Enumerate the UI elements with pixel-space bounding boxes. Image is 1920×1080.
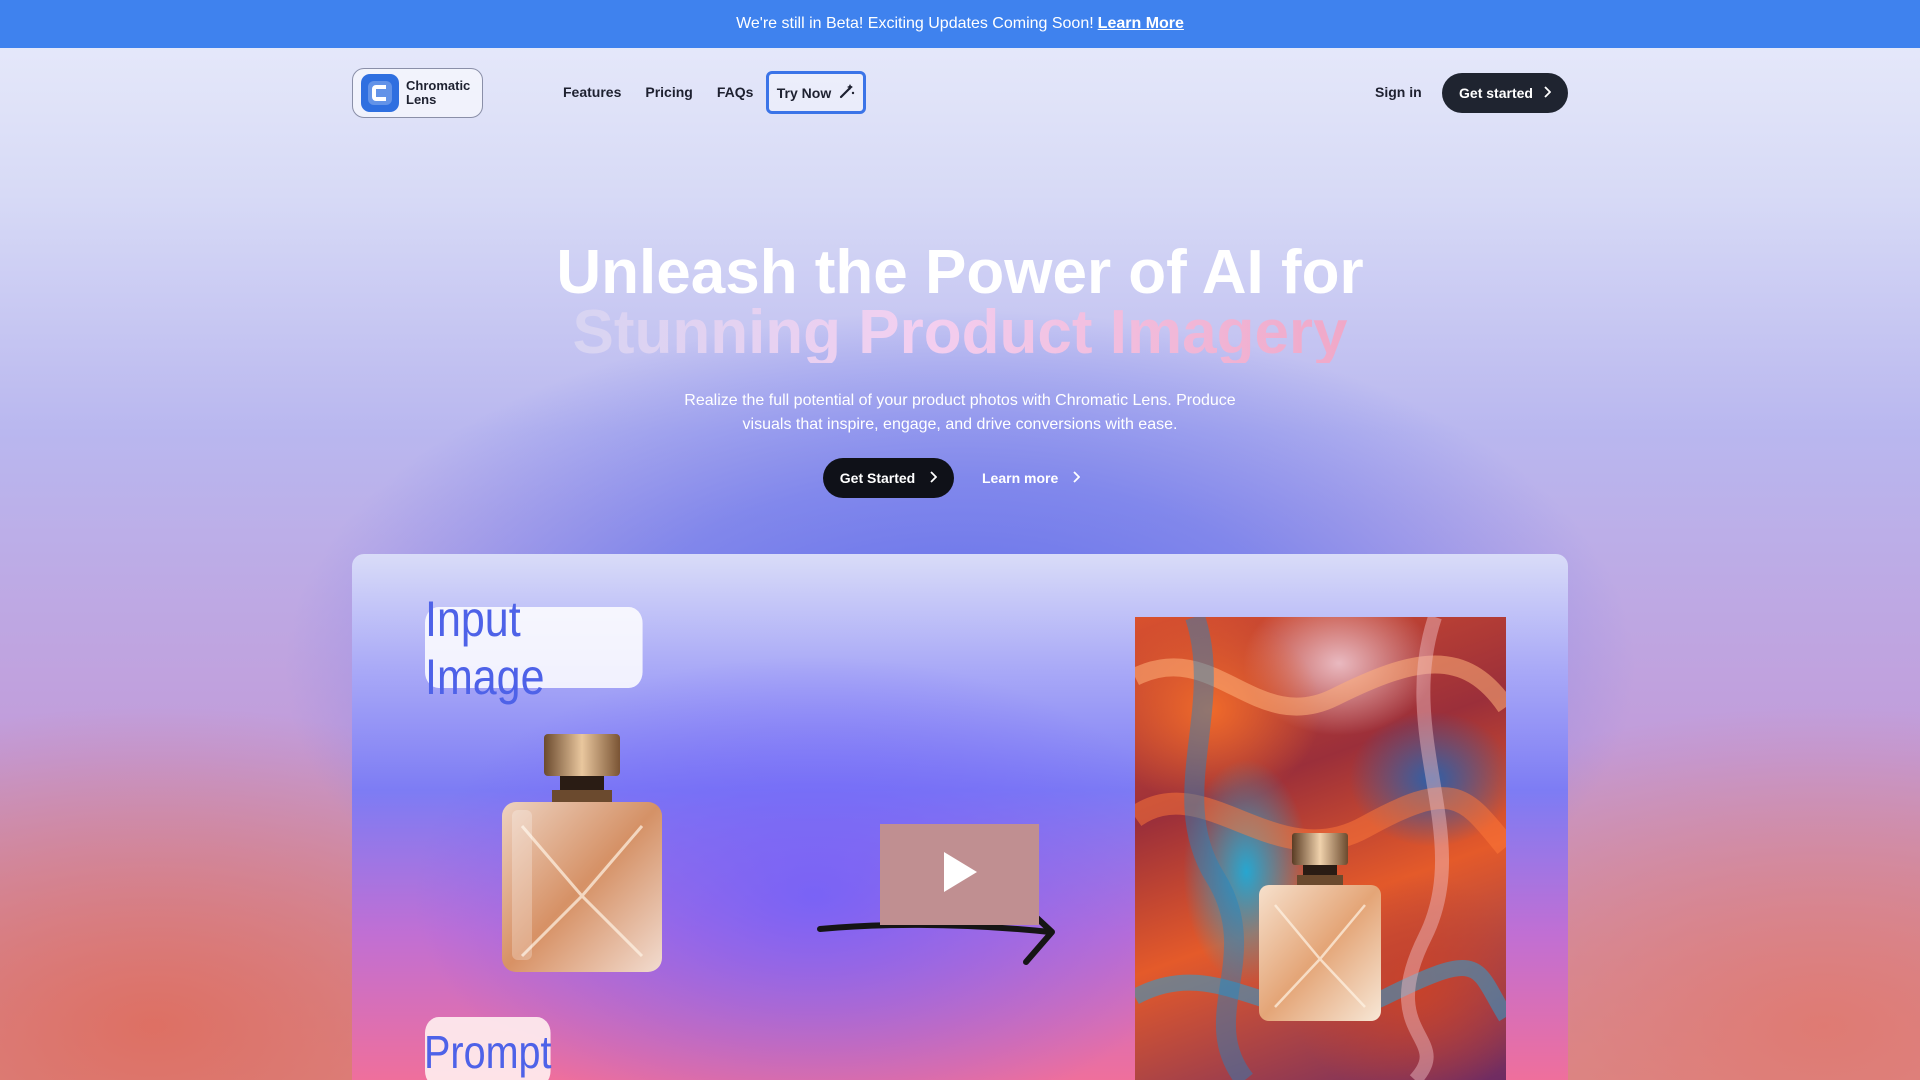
input-perfume-image [482,726,682,991]
banner-learn-more-link[interactable]: Learn More [1098,15,1184,33]
top-nav: Chromatic Lens Features Pricing FAQs Try… [0,48,1920,138]
banner-text: We're still in Beta! Exciting Updates Co… [736,15,1094,32]
try-now-label: Try Now [776,84,832,101]
nav-link-faqs[interactable]: FAQs [717,84,754,100]
hero-learn-more-label: Learn more [982,470,1059,486]
magic-wand-icon [839,83,855,102]
hero-cta-row: Get Started Learn more [823,458,1081,498]
hero-title-line1: Unleash the Power of AI for [556,238,1364,307]
nav-link-features[interactable]: Features [563,84,621,100]
demo-panel: Input Image Prompt [352,554,1568,1080]
prompt-label: Prompt [424,1017,552,1080]
get-started-label: Get started [1459,85,1533,101]
logo-text: Chromatic Lens [406,79,470,107]
hero-title-line2: Stunning Product Imagery [572,298,1348,367]
logo-line2: Lens [406,92,437,107]
hero-get-started-label: Get Started [839,470,916,486]
hero-title: Unleash the Power of AI for Stunning Pro… [0,238,1920,367]
hero-learn-more-link[interactable]: Learn more [982,470,1081,486]
output-perfume-image [1245,827,1395,1032]
nav-link-pricing[interactable]: Pricing [645,84,692,100]
logo-c-icon [361,74,399,112]
get-started-button[interactable]: Get started [1442,73,1568,113]
logo[interactable]: Chromatic Lens [352,68,483,118]
input-image-label: Input Image [425,591,643,705]
chevron-right-icon [929,470,938,486]
chevron-right-icon [1072,470,1081,486]
sign-in-link[interactable]: Sign in [1375,84,1422,100]
hero-subtitle: Realize the full potential of your produ… [684,392,1236,433]
output-image [1135,617,1506,1080]
play-icon [940,849,980,900]
chevron-right-icon [1543,85,1552,101]
video-play-button[interactable] [880,824,1039,925]
hero-get-started-button[interactable]: Get Started [823,458,954,498]
nav-links: Features Pricing FAQs [563,84,753,100]
try-now-button[interactable]: Try Now [766,71,866,114]
beta-banner: We're still in Beta! Exciting Updates Co… [0,0,1920,48]
logo-line1: Chromatic [406,78,471,93]
